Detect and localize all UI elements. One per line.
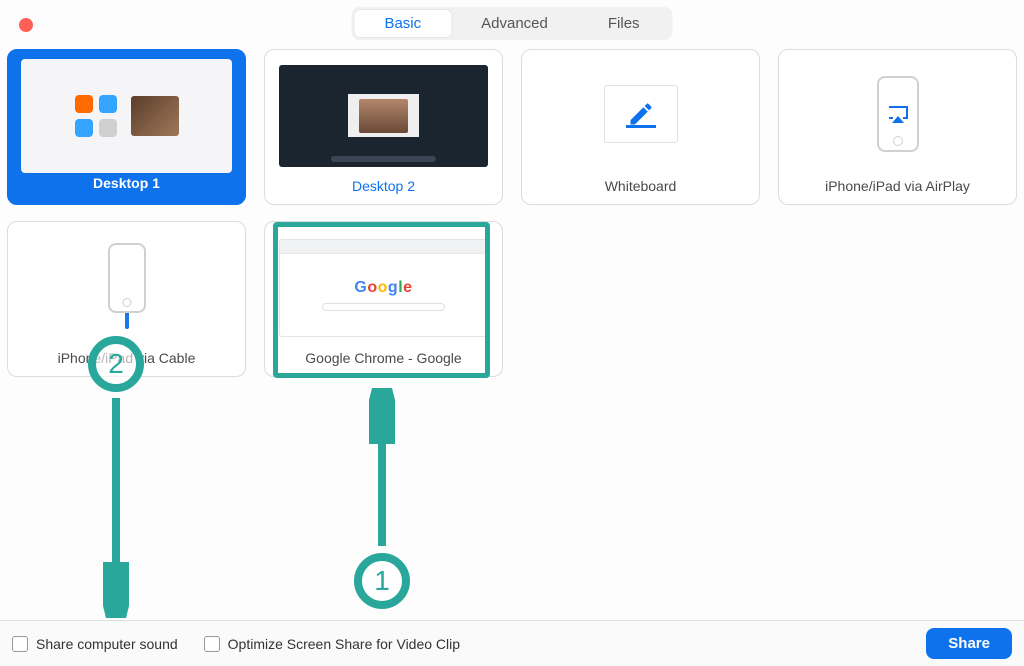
tile-google-chrome[interactable]: Google Google Chrome - Google xyxy=(264,221,503,377)
annotation-step-1: 1 xyxy=(354,553,410,609)
tile-iphone-cable[interactable]: iPhone/iPad via Cable xyxy=(7,221,246,377)
tile-label: Desktop 2 xyxy=(352,178,415,194)
tile-label: Desktop 1 xyxy=(93,175,160,191)
pencil-icon xyxy=(627,100,655,128)
google-logo-icon: Google xyxy=(354,279,412,297)
tile-label: Whiteboard xyxy=(605,178,677,194)
annotation-arrow-1 xyxy=(369,388,395,548)
tile-label: iPhone/iPad via AirPlay xyxy=(825,178,970,194)
window-close-button[interactable] xyxy=(19,18,33,32)
checkbox-share-computer-sound[interactable]: Share computer sound xyxy=(12,636,178,652)
tile-label: iPhone/iPad via Cable xyxy=(58,350,196,366)
share-source-grid: Desktop 1 Desktop 2 Whiteboard xyxy=(7,49,1017,377)
desktop-2-preview xyxy=(265,50,502,178)
airplay-icon xyxy=(886,102,910,126)
bottom-bar: Share computer sound Optimize Screen Sha… xyxy=(0,620,1024,666)
whiteboard-preview xyxy=(522,50,759,178)
checkbox-box-icon xyxy=(12,636,28,652)
share-button[interactable]: Share xyxy=(926,628,1012,659)
tab-files[interactable]: Files xyxy=(578,10,670,37)
checkbox-label: Optimize Screen Share for Video Clip xyxy=(228,636,460,652)
tile-whiteboard[interactable]: Whiteboard xyxy=(521,49,760,205)
tile-desktop-2[interactable]: Desktop 2 xyxy=(264,49,503,205)
tab-advanced[interactable]: Advanced xyxy=(451,10,578,37)
annotation-arrow-2 xyxy=(103,396,129,618)
desktop-1-preview xyxy=(11,53,242,175)
checkbox-label: Share computer sound xyxy=(36,636,178,652)
airplay-preview xyxy=(779,50,1016,178)
checkbox-box-icon xyxy=(204,636,220,652)
tile-iphone-airplay[interactable]: iPhone/iPad via AirPlay xyxy=(778,49,1017,205)
tile-label: Google Chrome - Google xyxy=(305,350,461,366)
checkbox-optimize-video[interactable]: Optimize Screen Share for Video Clip xyxy=(204,636,460,652)
tab-bar: Basic Advanced Files xyxy=(351,7,672,40)
cable-preview xyxy=(8,222,245,350)
tile-desktop-1[interactable]: Desktop 1 xyxy=(7,49,246,205)
tab-basic[interactable]: Basic xyxy=(354,10,451,37)
chrome-preview: Google xyxy=(265,222,502,350)
